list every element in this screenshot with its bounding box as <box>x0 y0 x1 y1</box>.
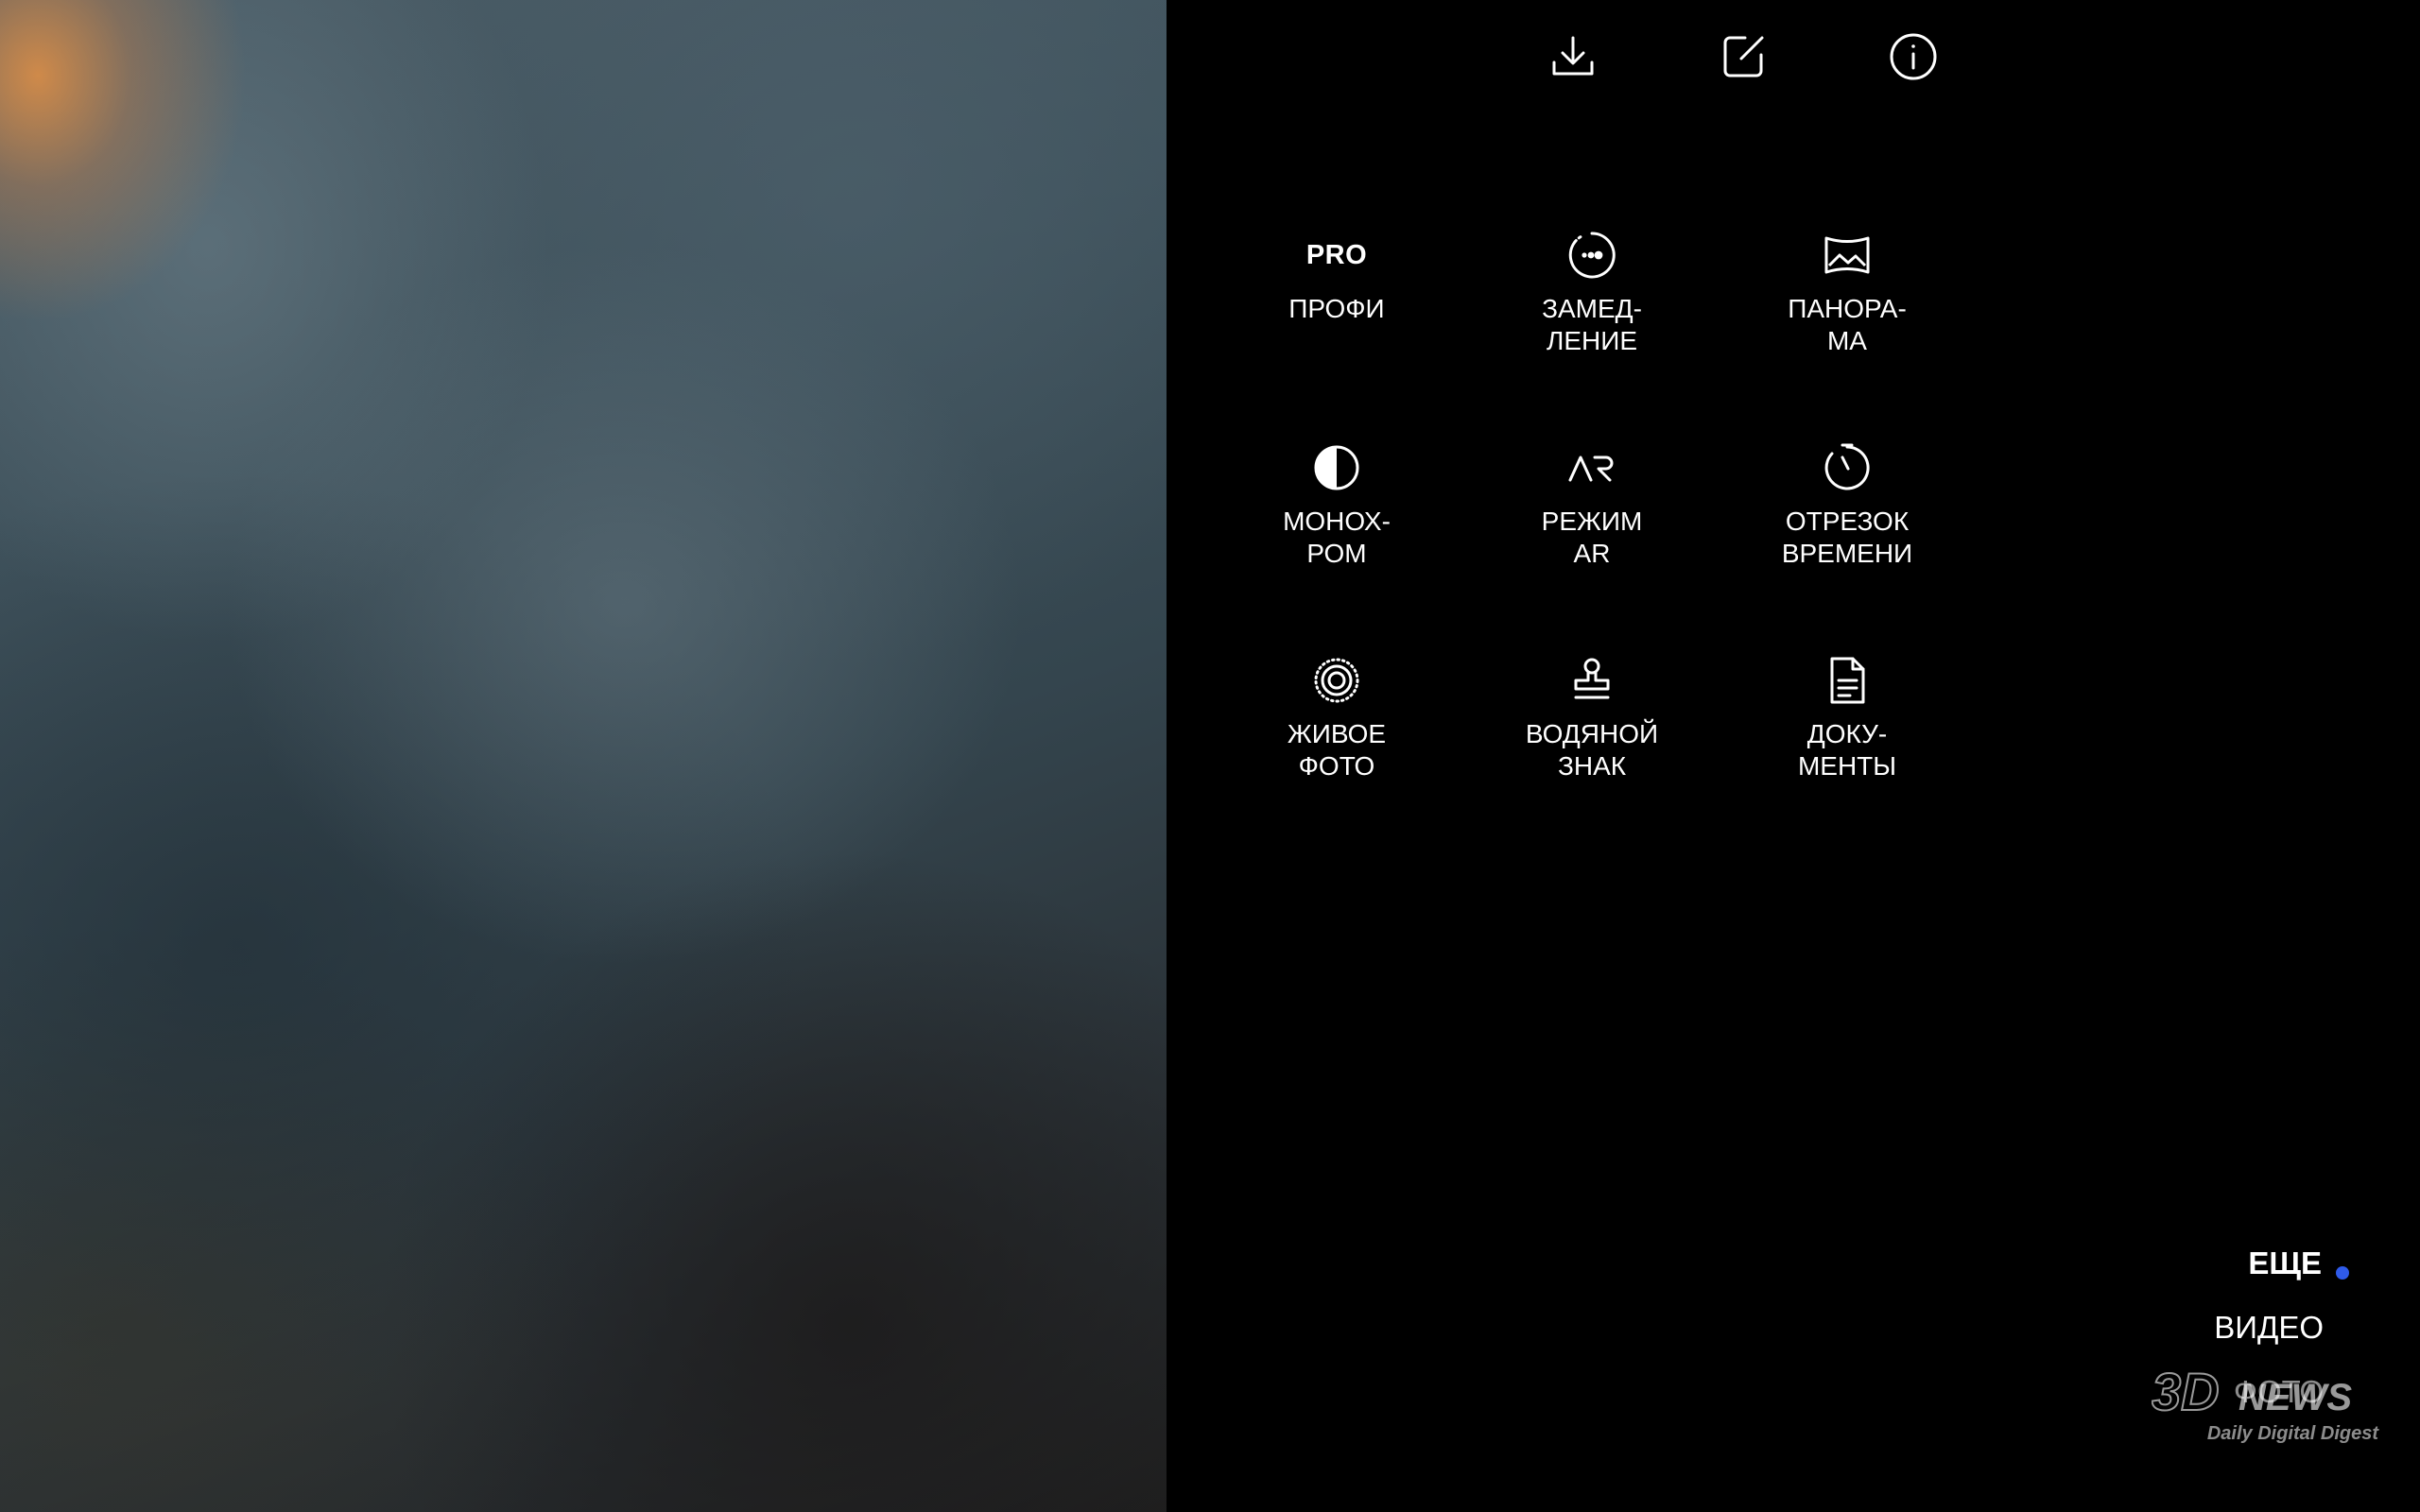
mode-label: РЕЖИМ AR <box>1541 507 1643 568</box>
pro-icon-text: PRO <box>1305 239 1368 270</box>
mode-panorama[interactable]: ПАНОРА- МА <box>1743 227 1951 406</box>
mode-label: ВОДЯНОЙ ЗНАК <box>1525 719 1659 781</box>
mode-label: ЗАМЕД- ЛЕНИЕ <box>1542 294 1642 355</box>
mode-ar[interactable]: РЕЖИМ AR <box>1488 439 1696 619</box>
panorama-icon <box>1819 227 1876 284</box>
mode-monochrome[interactable]: МОНОХ- РОМ <box>1233 439 1441 619</box>
mode-label: ЖИВОЕ ФОТО <box>1287 719 1387 781</box>
camera-preview[interactable] <box>0 0 1167 1512</box>
mode-tab-video[interactable]: ВИДЕО <box>2214 1310 2324 1346</box>
mode-tab-more[interactable]: ЕЩЕ <box>2248 1246 2322 1281</box>
mode-tab-photo[interactable]: ФОТО <box>2234 1374 2324 1410</box>
mode-timer[interactable]: ОТРЕЗОК ВРЕМЕНИ <box>1743 439 1951 619</box>
mode-stamp[interactable]: ВОДЯНОЙ ЗНАК <box>1488 652 1696 832</box>
slow-motion-icon <box>1564 227 1620 284</box>
download-icon[interactable] <box>1545 28 1601 85</box>
monochrome-icon <box>1308 439 1365 496</box>
mode-label: ОТРЕЗОК ВРЕМЕНИ <box>1781 507 1913 568</box>
timer-icon <box>1819 439 1876 496</box>
pro-icon: PRO <box>1305 227 1368 284</box>
mode-label: ДОКУ- МЕНТЫ <box>1797 719 1897 781</box>
ar-icon <box>1564 439 1620 496</box>
more-modes-panel: PRO ПРОФИ ЗАМЕД- ЛЕНИЕ ПАНОРА- МА МОНОХ- РОМ… <box>1167 0 2420 1512</box>
document-icon <box>1819 652 1876 709</box>
mode-pro[interactable]: PRO ПРОФИ <box>1233 227 1441 406</box>
live-photo-icon <box>1308 652 1365 709</box>
mode-slow-motion[interactable]: ЗАМЕД- ЛЕНИЕ <box>1488 227 1696 406</box>
mode-switcher: ЕЩЕ ВИДЕО ФОТО <box>2174 1228 2420 1512</box>
mode-label: ПРОФИ <box>1288 294 1385 323</box>
mode-label: ПАНОРА- МА <box>1788 294 1907 355</box>
active-mode-indicator <box>2336 1266 2349 1280</box>
mode-document[interactable]: ДОКУ- МЕНТЫ <box>1743 652 1951 832</box>
camera-screen: PRO ПРОФИ ЗАМЕД- ЛЕНИЕ ПАНОРА- МА МОНОХ- РОМ… <box>0 0 2420 1512</box>
stamp-icon <box>1564 652 1620 709</box>
mode-label: МОНОХ- РОМ <box>1283 507 1391 568</box>
mode-live-photo[interactable]: ЖИВОЕ ФОТО <box>1233 652 1441 832</box>
edit-note-icon[interactable] <box>1715 28 1772 85</box>
info-icon[interactable] <box>1885 28 1942 85</box>
